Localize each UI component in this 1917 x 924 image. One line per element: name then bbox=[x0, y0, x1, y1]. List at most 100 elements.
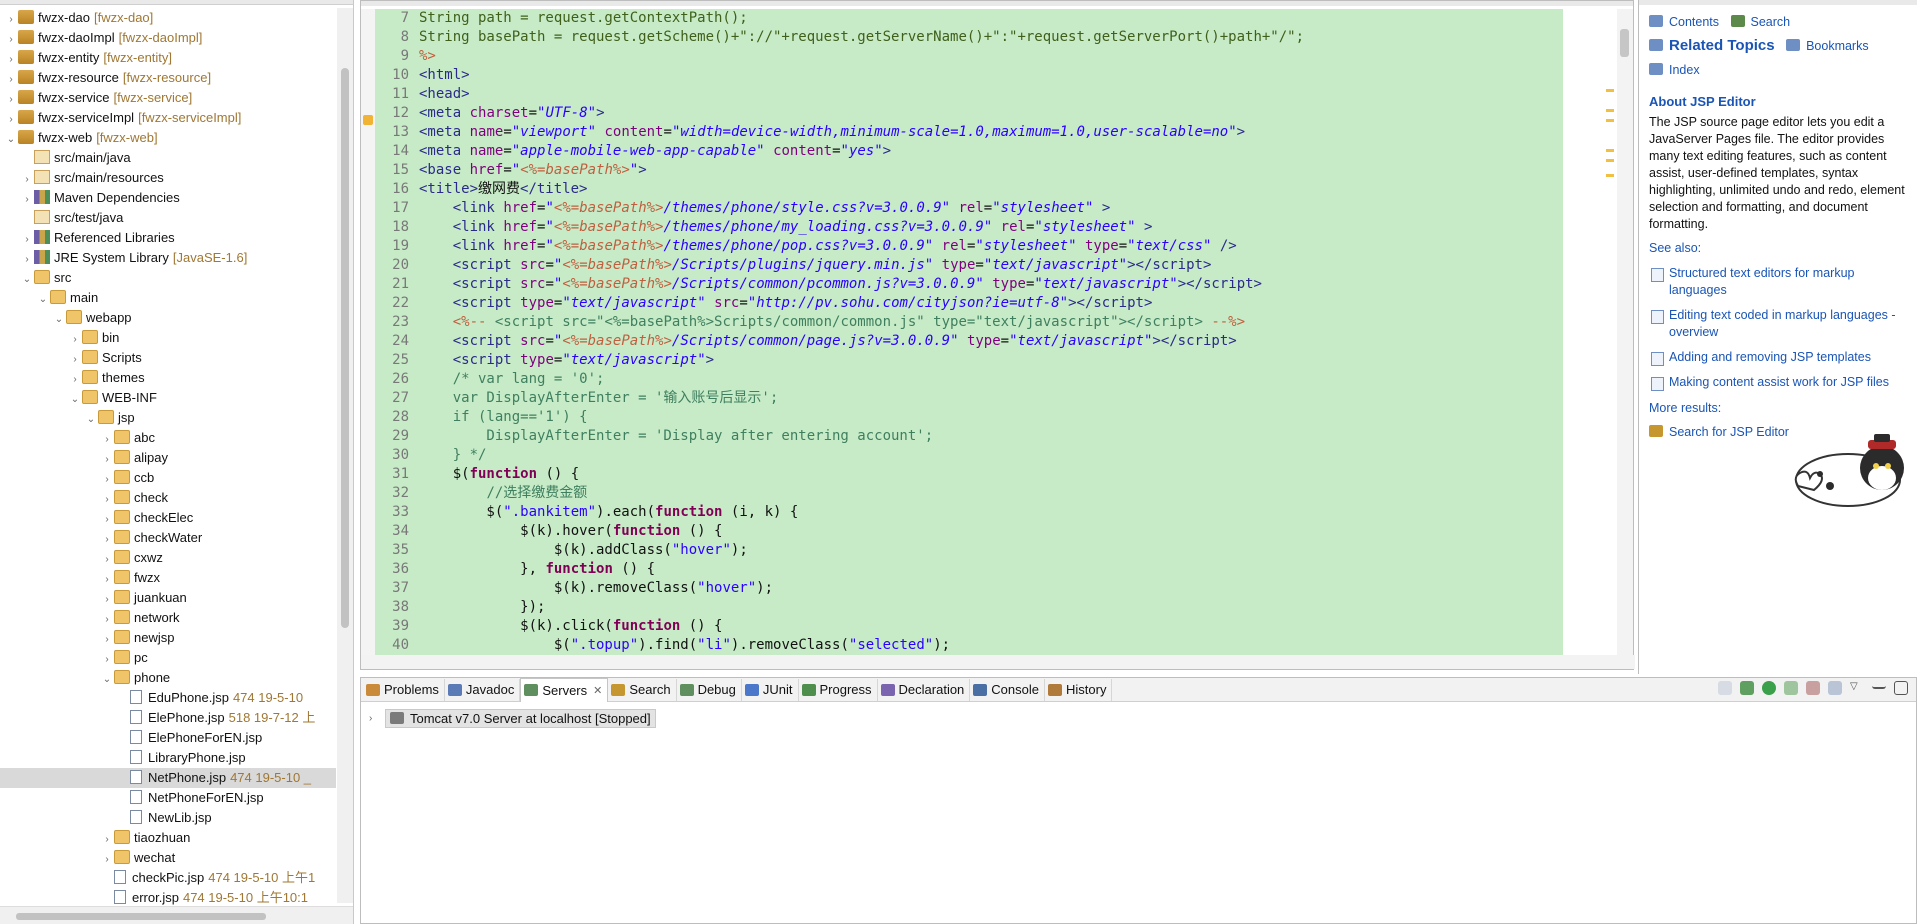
code-line[interactable]: 26 /* var lang = '0'; bbox=[375, 370, 1563, 389]
chevron-right-icon[interactable]: › bbox=[100, 550, 114, 570]
chevron-right-icon[interactable]: › bbox=[100, 650, 114, 670]
chevron-right-icon[interactable]: › bbox=[68, 370, 82, 390]
tree-item-jsp[interactable]: ⌄ jsp bbox=[0, 408, 336, 428]
tree-item-check[interactable]: › check bbox=[0, 488, 336, 508]
code-line[interactable]: 7 String path = request.getContextPath(); bbox=[375, 9, 1563, 28]
maximize-icon[interactable] bbox=[1894, 681, 1908, 695]
index-link[interactable]: Index bbox=[1669, 63, 1700, 77]
code-line[interactable]: 28 if (lang=='1') { bbox=[375, 408, 1563, 427]
code-line[interactable]: 38 }); bbox=[375, 598, 1563, 617]
code-line[interactable]: 25 <script type="text/javascript"> bbox=[375, 351, 1563, 370]
help-link[interactable]: Structured text editors for markup langu… bbox=[1649, 265, 1911, 299]
code-line[interactable]: 34 $(k).hover(function () { bbox=[375, 522, 1563, 541]
chevron-right-icon[interactable]: › bbox=[100, 610, 114, 630]
tree-item-webapp[interactable]: ⌄ webapp bbox=[0, 308, 336, 328]
chevron-right-icon[interactable]: › bbox=[100, 530, 114, 550]
code-line[interactable]: 10 <html> bbox=[375, 66, 1563, 85]
chevron-down-icon[interactable]: ⌄ bbox=[68, 390, 82, 410]
expand-arrow-icon[interactable]: › bbox=[369, 713, 385, 724]
tomcat-server-item[interactable]: Tomcat v7.0 Server at localhost [Stopped… bbox=[385, 708, 656, 728]
chevron-right-icon[interactable]: › bbox=[68, 350, 82, 370]
chevron-right-icon[interactable]: › bbox=[100, 450, 114, 470]
scroll-thumb[interactable] bbox=[16, 913, 266, 920]
collapse-icon[interactable] bbox=[1718, 681, 1732, 695]
tree-item-web-inf[interactable]: ⌄ WEB-INF bbox=[0, 388, 336, 408]
editor-vertical-scrollbar[interactable] bbox=[1617, 9, 1633, 657]
code-line[interactable]: 21 <script src="<%=basePath%>/Scripts/co… bbox=[375, 275, 1563, 294]
annotation-marker[interactable] bbox=[1606, 159, 1614, 162]
code-area[interactable]: 7 String path = request.getContextPath();… bbox=[375, 9, 1563, 657]
annotation-marker[interactable] bbox=[1606, 119, 1614, 122]
minimize-icon[interactable] bbox=[1872, 681, 1886, 689]
search-jsp-label[interactable]: Search for JSP Editor bbox=[1669, 425, 1789, 439]
editor-horizontal-scrollbar[interactable] bbox=[361, 655, 1635, 669]
code-line[interactable]: 32 //选择缴费金额 bbox=[375, 484, 1563, 503]
code-line[interactable]: 17 <link href="<%=basePath%>/themes/phon… bbox=[375, 199, 1563, 218]
annotation-marker[interactable] bbox=[1606, 89, 1614, 92]
tree-item-phone[interactable]: ⌄ phone bbox=[0, 668, 336, 688]
annotation-marker[interactable] bbox=[1606, 174, 1614, 177]
chevron-right-icon[interactable]: › bbox=[100, 850, 114, 870]
chevron-right-icon[interactable]: › bbox=[68, 330, 82, 350]
tree-item-jre-system-library[interactable]: › JRE System Library [JavaSE-1.6] bbox=[0, 248, 336, 268]
code-line[interactable]: 36 }, function () { bbox=[375, 560, 1563, 579]
chevron-right-icon[interactable]: › bbox=[100, 430, 114, 450]
start-server-icon[interactable] bbox=[1762, 681, 1776, 695]
tab-servers[interactable]: Servers ✕ bbox=[520, 677, 609, 702]
tab-declaration[interactable]: Declaration bbox=[878, 678, 971, 701]
explorer-horizontal-scrollbar[interactable] bbox=[0, 906, 353, 924]
tree-item-wechat[interactable]: › wechat bbox=[0, 848, 336, 868]
chevron-right-icon[interactable]: › bbox=[100, 490, 114, 510]
code-line[interactable]: 24 <script src="<%=basePath%>/Scripts/co… bbox=[375, 332, 1563, 351]
related-topics-link[interactable]: Related Topics bbox=[1669, 37, 1775, 54]
debug-server-icon[interactable] bbox=[1740, 681, 1754, 695]
tree-item-checkpic-jsp[interactable]: checkPic.jsp 474 19-5-10 上午1 bbox=[0, 868, 336, 888]
tree-item-ccb[interactable]: › ccb bbox=[0, 468, 336, 488]
code-line[interactable]: 14 <meta name="apple-mobile-web-app-capab… bbox=[375, 142, 1563, 161]
code-line[interactable]: 9 %> bbox=[375, 47, 1563, 66]
tree-item-tiaozhuan[interactable]: › tiaozhuan bbox=[0, 828, 336, 848]
chevron-down-icon[interactable]: ⌄ bbox=[20, 270, 34, 290]
tree-item-src-main-java[interactable]: src/main/java bbox=[0, 148, 336, 168]
tree-item-fwzx-dao[interactable]: › fwzx-dao [fwzx-dao] bbox=[0, 8, 336, 28]
code-line[interactable]: 18 <link href="<%=basePath%>/themes/phon… bbox=[375, 218, 1563, 237]
tree-item-netphone-jsp[interactable]: NetPhone.jsp 474 19-5-10 _ bbox=[0, 768, 336, 788]
view-menu-icon[interactable]: ▽ bbox=[1850, 681, 1864, 695]
bookmarks-link[interactable]: Bookmarks bbox=[1806, 39, 1869, 53]
tab-debug[interactable]: Debug bbox=[677, 678, 742, 701]
annotation-marker[interactable] bbox=[1606, 109, 1614, 112]
code-line[interactable]: 22 <script type="text/javascript" src="h… bbox=[375, 294, 1563, 313]
code-line[interactable]: 35 $(k).addClass("hover"); bbox=[375, 541, 1563, 560]
chevron-down-icon[interactable]: ⌄ bbox=[4, 130, 18, 150]
tree-item-elephone-jsp[interactable]: ElePhone.jsp 518 19-7-12 上 bbox=[0, 708, 336, 728]
tree-item-maven-dependencies[interactable]: › Maven Dependencies bbox=[0, 188, 336, 208]
tree-item-eduphone-jsp[interactable]: EduPhone.jsp 474 19-5-10 bbox=[0, 688, 336, 708]
tree-item-newjsp[interactable]: › newjsp bbox=[0, 628, 336, 648]
scroll-thumb[interactable] bbox=[341, 68, 349, 628]
tree-item-fwzx-entity[interactable]: › fwzx-entity [fwzx-entity] bbox=[0, 48, 336, 68]
tree-item-fwzx-web[interactable]: ⌄ fwzx-web [fwzx-web] bbox=[0, 128, 336, 148]
publish-icon[interactable] bbox=[1828, 681, 1842, 695]
tab-search[interactable]: Search bbox=[608, 678, 677, 701]
chevron-right-icon[interactable]: › bbox=[100, 570, 114, 590]
code-line[interactable]: 27 var DisplayAfterEnter = '输入账号后显示'; bbox=[375, 389, 1563, 408]
search-jsp-editor-link[interactable]: Search for JSP Editor bbox=[1649, 425, 1789, 439]
warning-icon[interactable] bbox=[363, 115, 373, 125]
explorer-vertical-scrollbar[interactable] bbox=[337, 8, 353, 903]
chevron-right-icon[interactable]: › bbox=[100, 470, 114, 490]
code-line[interactable]: 20 <script src="<%=basePath%>/Scripts/pl… bbox=[375, 256, 1563, 275]
contents-link[interactable]: Contents bbox=[1669, 15, 1719, 29]
tab-junit[interactable]: JUnit bbox=[742, 678, 799, 701]
code-line[interactable]: 29 DisplayAfterEnter = 'Display after en… bbox=[375, 427, 1563, 446]
tab-progress[interactable]: Progress bbox=[799, 678, 878, 701]
tree-item-fwzx-service[interactable]: › fwzx-service [fwzx-service] bbox=[0, 88, 336, 108]
chevron-right-icon[interactable]: › bbox=[4, 90, 18, 110]
chevron-down-icon[interactable]: ⌄ bbox=[84, 410, 98, 430]
tree-item-pc[interactable]: › pc bbox=[0, 648, 336, 668]
tree-item-checkelec[interactable]: › checkElec bbox=[0, 508, 336, 528]
tree-item-checkwater[interactable]: › checkWater bbox=[0, 528, 336, 548]
code-line[interactable]: 23 <%-- <script src="<%=basePath%>Script… bbox=[375, 313, 1563, 332]
annotation-marker[interactable] bbox=[1606, 149, 1614, 152]
tree-item-bin[interactable]: › bin bbox=[0, 328, 336, 348]
chevron-right-icon[interactable]: › bbox=[100, 830, 114, 850]
